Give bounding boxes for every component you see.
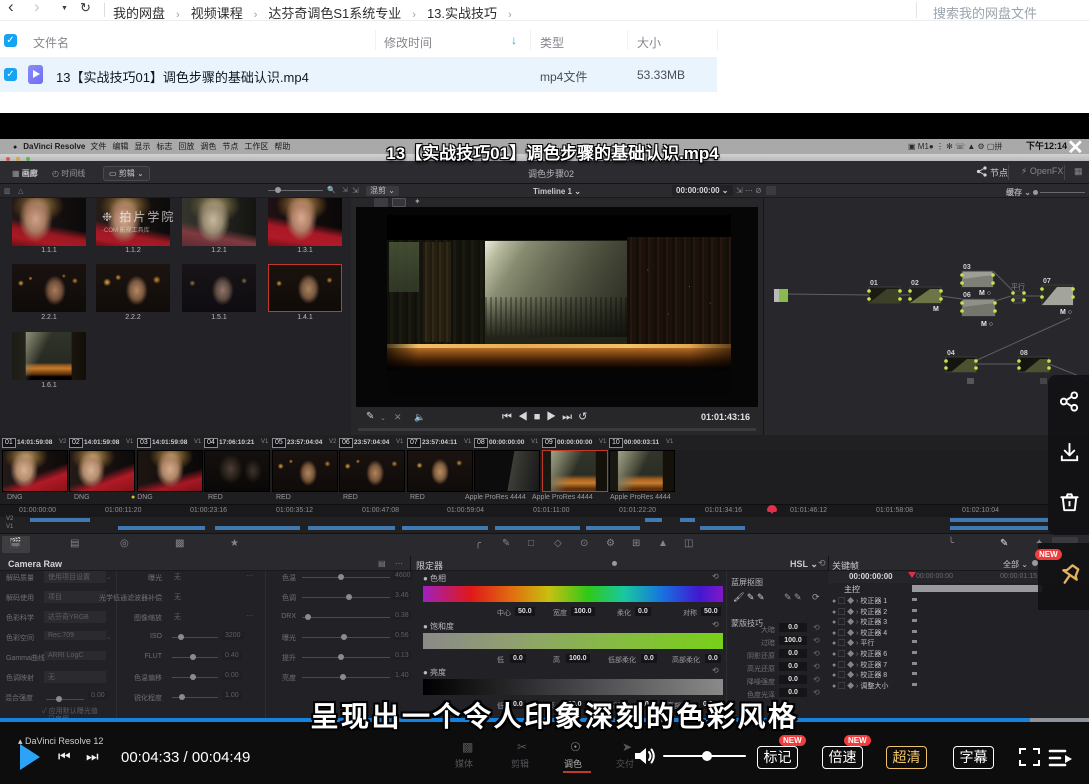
- svg-text:01: 01: [870, 280, 878, 287]
- svg-text:M ○: M ○: [979, 290, 991, 297]
- svg-text:M: M: [933, 306, 939, 313]
- svg-text:M ○: M ○: [981, 321, 993, 328]
- svg-text:02: 02: [911, 280, 919, 287]
- svg-text:平行: 平行: [1011, 282, 1025, 291]
- svg-text:04: 04: [947, 350, 955, 357]
- svg-text:08: 08: [1020, 350, 1028, 357]
- svg-text:07: 07: [1043, 278, 1051, 285]
- svg-text:03: 03: [963, 264, 971, 271]
- svg-text:M ○: M ○: [1060, 309, 1072, 316]
- svg-text:06: 06: [963, 292, 971, 299]
